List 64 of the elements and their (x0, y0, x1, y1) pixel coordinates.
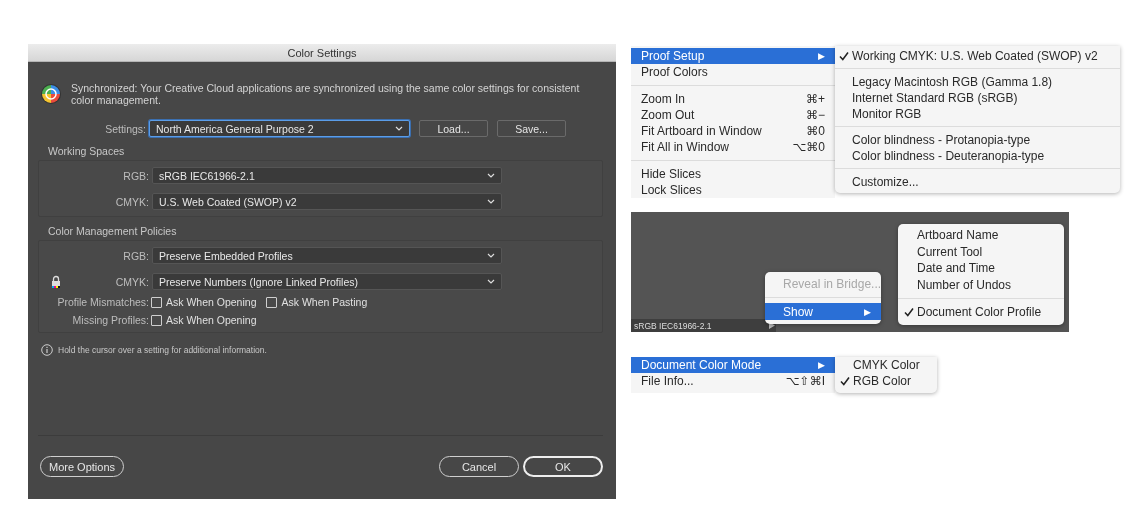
menu-item[interactable]: Fit Artboard in Window ⌘0 (631, 123, 835, 139)
section-title: Color Management Policies (48, 225, 178, 237)
section-title: Working Spaces (48, 145, 126, 157)
sync-message: Synchronized: Your Creative Cloud applications are synchronized using the same color settings for consistent color management. (71, 82, 581, 106)
menu-item[interactable]: RGB Color (835, 373, 937, 389)
checkmark-icon (840, 376, 850, 386)
field-label: Profile Mismatches: (57, 296, 149, 308)
menu-item[interactable]: Date and Time (898, 260, 1064, 277)
menu-item[interactable]: Customize... (835, 174, 1120, 190)
menu-item[interactable]: Document Color Profile (898, 304, 1064, 321)
dropdown[interactable]: sRGB IEC61966-2.1 (152, 167, 502, 184)
menu-item[interactable]: Working CMYK: U.S. Web Coated (SWOP) v2 (835, 48, 1120, 64)
menu-item[interactable]: Internet Standard RGB (sRGB) (835, 90, 1120, 106)
field-label: Missing Profiles: (72, 314, 149, 326)
chevron-icon (395, 126, 403, 131)
field-label: RGB: (123, 169, 149, 182)
button[interactable]: Save... (497, 120, 566, 137)
field-label: Settings: (104, 122, 146, 135)
checkmark-icon (904, 307, 914, 318)
menu-item[interactable]: Artboard Name (898, 227, 1064, 244)
chevron-icon (487, 173, 495, 178)
dropdown[interactable]: Preserve Embedded Profiles (152, 247, 502, 264)
checkbox[interactable] (151, 296, 162, 308)
menu-item[interactable]: Hide Slices (631, 166, 835, 182)
dropdown[interactable]: North America General Purpose 2 (149, 120, 410, 137)
menu-item[interactable]: Monitor RGB (835, 106, 1120, 122)
menu-item[interactable]: Current Tool (898, 243, 1064, 260)
menu-item[interactable]: Document Color Mode ▶ (631, 357, 835, 373)
menu-item[interactable]: Color blindness - Protanopia-type (835, 132, 1120, 148)
menu-item[interactable]: Color blindness - Deuteranopia-type (835, 148, 1120, 164)
chevron-icon (487, 253, 495, 258)
color-wheel-icon (40, 83, 62, 105)
field-label: CMYK: (115, 275, 149, 288)
checkbox-label[interactable]: Ask When Opening (166, 314, 257, 326)
button[interactable]: Load... (419, 120, 488, 137)
menu-item[interactable]: Number of Undos (898, 276, 1064, 293)
checkbox[interactable] (266, 296, 278, 308)
dropdown[interactable]: U.S. Web Coated (SWOP) v2 (152, 193, 502, 210)
dropdown[interactable]: Preserve Numbers (Ignore Linked Profiles) (152, 273, 502, 290)
menu-item[interactable]: Fit All in Window ⌥⌘0 (631, 139, 835, 155)
menu-item[interactable]: Show ▶ (765, 303, 881, 320)
button[interactable]: Cancel (439, 456, 519, 477)
menu-item[interactable]: Legacy Macintosh RGB (Gamma 1.8) (835, 74, 1120, 90)
field-label: CMYK: (115, 195, 149, 208)
menu-item[interactable]: Zoom In ⌘+ (631, 91, 835, 107)
checkmark-icon (839, 51, 849, 61)
menu-item[interactable]: File Info... ⌥⇧⌘I (631, 373, 835, 389)
field-label: RGB: (123, 249, 149, 262)
chevron-icon (487, 199, 495, 204)
checkbox[interactable] (151, 314, 162, 326)
menu-item[interactable]: Proof Colors (631, 64, 835, 80)
status-text: sRGB IEC61966-2.1 (633, 320, 713, 331)
menu-item[interactable]: Proof Setup ▶ (631, 48, 835, 64)
menu-item[interactable]: CMYK Color (835, 357, 937, 373)
checkbox-label[interactable]: Ask When Pasting (281, 296, 368, 308)
window-title: Color Settings (287, 46, 357, 59)
button[interactable]: OK (523, 456, 603, 477)
chevron-icon (487, 279, 495, 284)
menu-item[interactable]: Lock Slices (631, 182, 835, 198)
more-options-button[interactable]: More Options (40, 456, 125, 477)
hint-text: Hold the cursor over a setting for additional information. (58, 345, 267, 355)
info-icon (41, 344, 53, 356)
menu-item[interactable]: Zoom Out ⌘− (631, 107, 835, 123)
checkbox-label[interactable]: Ask When Opening (166, 296, 257, 308)
